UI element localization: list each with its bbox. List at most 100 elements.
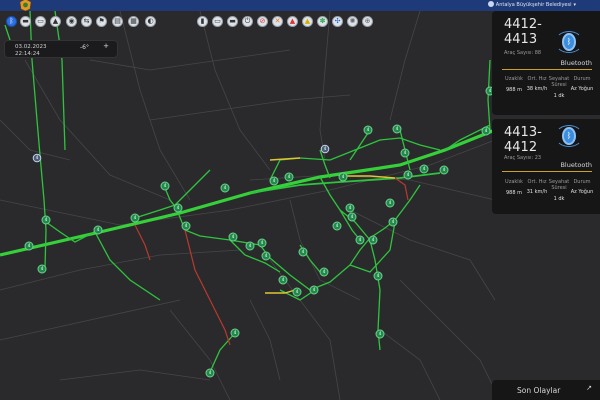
signal-icon[interactable]: ▤ [112, 16, 123, 27]
svg-text:4: 4 [282, 277, 285, 282]
sensor-marker: 4 [332, 221, 342, 231]
monitor-icon[interactable]: ▭ [212, 16, 223, 27]
sensor-marker: 4 [41, 215, 51, 225]
traffic-map-app: Antalya Büyükşehir Belediyesi ▾ 4 4 4 4 … [0, 0, 600, 400]
sensor-marker: 4 [392, 124, 402, 134]
sensor-marker: 4 [257, 238, 267, 248]
svg-text:4: 4 [288, 174, 291, 179]
svg-text:4: 4 [249, 243, 252, 248]
svg-text:4: 4 [407, 172, 410, 177]
svg-text:4: 4 [367, 127, 370, 132]
caution-icon[interactable]: ▲ [302, 16, 313, 27]
target-icon[interactable]: ⊕ [362, 16, 373, 27]
cross-icon[interactable]: ✕ [272, 16, 283, 27]
svg-text:4: 4 [351, 214, 354, 219]
sensor-marker: 4 [481, 126, 491, 136]
power-icon[interactable]: ⏻ [242, 16, 253, 27]
settings-icon[interactable]: ✺ [347, 16, 358, 27]
sensor-marker: 4 [230, 328, 240, 338]
municipality-logo [20, 0, 31, 11]
card-divider [502, 171, 592, 172]
bluetooth-layer-icon[interactable]: ᛒ [6, 16, 17, 27]
svg-text:4: 4 [41, 266, 44, 271]
svg-text:4: 4 [336, 223, 339, 228]
svg-text:4: 4 [224, 185, 227, 190]
metric-header: Durum [573, 179, 591, 185]
sensor-marker: 4 [130, 213, 140, 223]
car-icon[interactable]: ▭ [35, 16, 46, 27]
warning-icon[interactable]: ▲ [287, 16, 298, 27]
message-icon[interactable]: ▦ [128, 16, 139, 27]
svg-text:4: 4 [234, 330, 237, 335]
svg-text:4: 4 [45, 217, 48, 222]
svg-text:4: 4 [379, 331, 382, 336]
metric-header: Ort. Hız [527, 179, 547, 185]
svg-text:4: 4 [28, 243, 31, 248]
sensor-marker: 4 [37, 264, 47, 274]
municipality-selector[interactable]: Antalya Büyükşehir Belediyesi ▾ [487, 1, 576, 8]
speed-icon[interactable]: ◉ [66, 16, 77, 27]
sensor-marker: 4 [363, 125, 373, 135]
sensor-marker: 4 [298, 247, 308, 257]
metric-header: Uzaklık [505, 179, 523, 185]
sensor-marker: 4 [160, 181, 170, 191]
svg-text:4: 4 [324, 146, 327, 151]
expand-arrow-icon[interactable]: ↗ [586, 384, 592, 392]
status-value: Az Yoğun [570, 86, 594, 92]
svg-text:4: 4 [36, 155, 39, 160]
sensor-marker: 4 [278, 275, 288, 285]
bluetooth-icon: ᛒ [562, 33, 576, 51]
sensor-marker: 4 [345, 203, 355, 213]
sensor-marker: 4 [220, 183, 230, 193]
svg-text:4: 4 [404, 150, 407, 155]
svg-text:4: 4 [265, 253, 268, 258]
svg-text:4: 4 [97, 227, 100, 232]
svg-text:4: 4 [389, 200, 392, 205]
sensor-marker: 4 [292, 287, 302, 297]
globe-icon [487, 1, 494, 7]
flag-icon[interactable]: ⚑ [96, 16, 107, 27]
sensor-marker: 4 [385, 198, 395, 208]
display-icon[interactable]: ▮ [197, 16, 208, 27]
compass-icon[interactable]: ✣ [332, 16, 343, 27]
sensor-marker: 4 [228, 232, 238, 242]
gauge-icon[interactable]: ◐ [145, 16, 156, 27]
svg-text:4: 4 [342, 174, 345, 179]
svg-text:4: 4 [392, 219, 395, 224]
svg-text:4: 4 [485, 128, 488, 133]
svg-text:4: 4 [377, 273, 380, 278]
svg-text:4: 4 [273, 178, 276, 183]
route-card[interactable]: 4413-4412 Araç Sayısı: 23 ᛒ Bluetooth Uz… [492, 119, 600, 214]
svg-text:4: 4 [313, 287, 316, 292]
metric-header: Uzaklık [505, 76, 523, 82]
vehicle-count: Araç Sayısı: 88 [504, 50, 542, 56]
source-label: Bluetooth [560, 59, 592, 67]
sensor-marker: 4 [245, 241, 255, 251]
folder-icon[interactable]: ▬ [20, 16, 31, 27]
travel-time-value: 1 dk [553, 196, 565, 202]
bluetooth-icon: ᛒ [562, 127, 576, 145]
svg-text:4: 4 [164, 183, 167, 188]
status-value: Az Yoğun [570, 189, 594, 195]
sensor-marker: 4 [368, 235, 378, 245]
network-icon[interactable]: ✽ [317, 16, 328, 27]
sensor-marker: 4 [173, 203, 183, 213]
recent-events-panel[interactable]: Son Olaylar ↗ [492, 380, 600, 400]
svg-text:4: 4 [209, 370, 212, 375]
sensor-marker: 4 [93, 225, 103, 235]
screen-icon[interactable]: ▬ [227, 16, 238, 27]
svg-text:4: 4 [177, 205, 180, 210]
expand-weather-button[interactable]: + [103, 42, 109, 50]
sensor-marker: 4 [347, 212, 357, 222]
route-icon[interactable]: ⇆ [81, 16, 92, 27]
svg-text:4: 4 [349, 205, 352, 210]
speed-value: 31 km/h [526, 189, 548, 195]
sensor-marker: 4 [24, 241, 34, 251]
no-entry-icon[interactable]: ⊘ [257, 16, 268, 27]
sensor-marker: 4 [400, 148, 410, 158]
camera-icon[interactable]: ▲ [50, 16, 61, 27]
route-card[interactable]: 4412-4413 Araç Sayısı: 88 ᛒ Bluetooth Uz… [492, 11, 600, 115]
source-label: Bluetooth [560, 161, 592, 169]
svg-text:4: 4 [323, 269, 326, 274]
vehicle-count: Araç Sayısı: 23 [504, 155, 542, 161]
